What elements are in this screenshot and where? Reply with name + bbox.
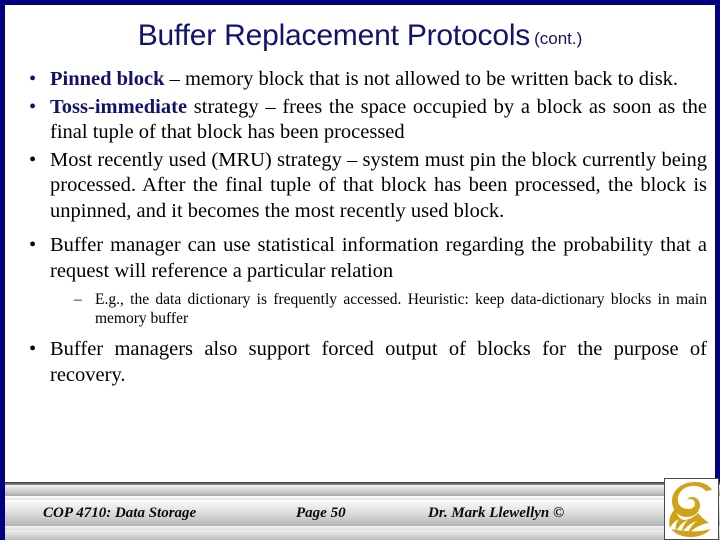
bullet-item: • Pinned block – memory block that is not… [17, 67, 707, 93]
bullet-marker-icon: • [29, 148, 37, 171]
bullet-marker-icon: • [29, 95, 37, 118]
bullet-text: – memory block that is not allowed to be… [164, 68, 679, 90]
footer-course-label: COP 4710: Data Storage [43, 505, 197, 521]
pegasus-icon [669, 482, 712, 537]
slide-canvas: Buffer Replacement Protocols (cont.) • Pin… [0, 0, 720, 540]
bullet-marker-icon: • [29, 338, 37, 360]
footer-page-number: Page 50 [296, 505, 346, 521]
sub-bullet-text: E.g., the data dictionary is frequently … [95, 291, 707, 327]
ucf-pegasus-logo [664, 478, 719, 540]
page-title-text: Buffer Replacement Protocols [137, 19, 531, 52]
bullet-text: Buffer managers also support forced outp… [50, 338, 707, 386]
slide-footer: COP 4710: Data Storage Page 50 Dr. Mark … [5, 478, 720, 540]
bullet-text: Most recently used (MRU) strategy – syst… [50, 148, 707, 222]
bullet-marker-icon: • [29, 68, 37, 90]
bullet-marker-icon: • [29, 234, 37, 256]
footer-band-upper [5, 485, 720, 496]
bullet-item: • Buffer manager can use statistical info… [17, 233, 707, 284]
footer-author-label: Dr. Mark Llewellyn © [428, 505, 565, 521]
bullet-lead-term: Toss-immediate [50, 95, 188, 118]
bullet-item: • Buffer managers also support forced out… [17, 337, 707, 388]
bullet-text: Buffer manager can use statistical infor… [50, 234, 707, 282]
footer-band-lower [5, 530, 720, 540]
bullet-item: • Toss-immediate strategy – frees the spa… [17, 95, 707, 146]
slide-body: • Pinned block – memory block that is not… [17, 67, 707, 390]
bullet-lead-term: Pinned block [50, 68, 165, 90]
sub-bullet-item: – E.g., the data dictionary is frequently… [17, 290, 707, 328]
page-title: Buffer Replacement Protocols (cont.) [5, 19, 715, 53]
sub-bullet-marker-icon: – [74, 291, 82, 308]
bullet-item: • Most recently used (MRU) strategy – sys… [17, 148, 707, 225]
page-title-continuation: (cont.) [534, 29, 583, 48]
